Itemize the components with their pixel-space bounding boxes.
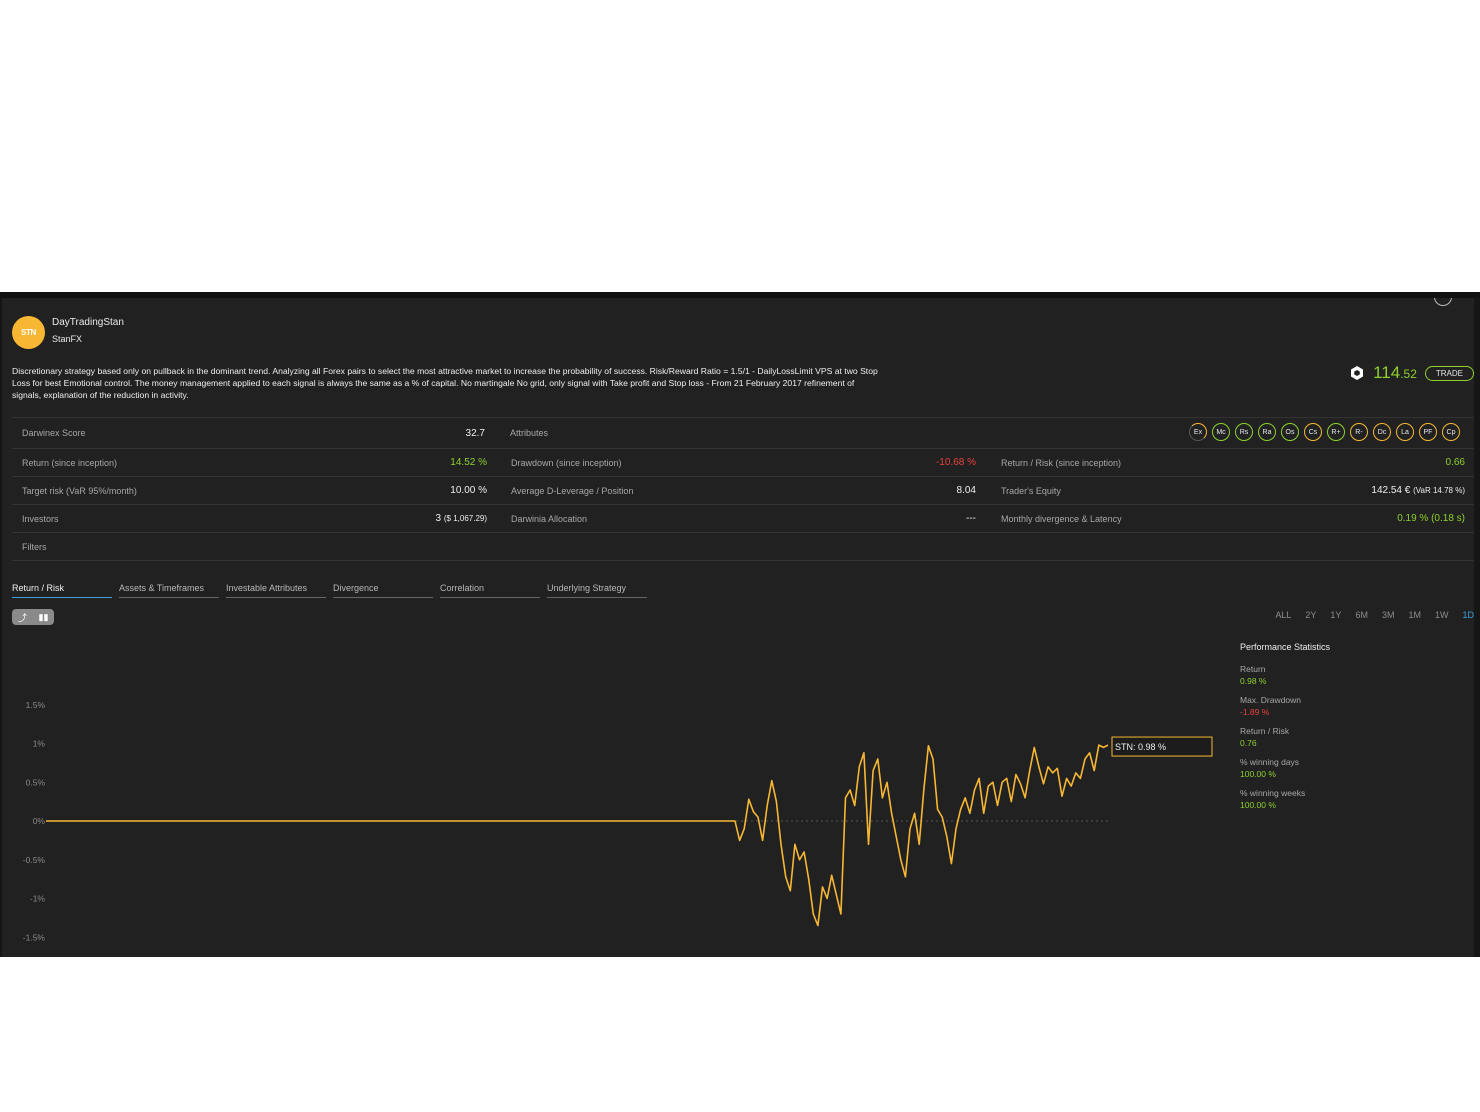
perf-value: -1.89 % [1240,707,1270,717]
perf-label: % winning days [1240,757,1300,767]
y-tick-label: -1.5% [23,932,46,942]
perf-value: 0.76 [1240,738,1257,748]
series-line-stn[interactable] [46,744,1109,927]
chart-tooltip: STN: 0.98 % [1111,736,1213,757]
perf-value: 100.00 % [1240,769,1276,779]
perf-item: Return / Risk 0.76 [1240,726,1440,749]
y-tick-label: 1% [33,739,46,749]
darwin-panel: STN DayTradingStan StanFX Discretionary … [0,292,1480,957]
y-tick-label: 0% [33,816,46,826]
perf-value: 100.00 % [1240,800,1276,810]
perf-label: Return [1240,664,1266,674]
y-tick-label: 0.5% [26,777,46,787]
perf-item: Return 0.98 % [1240,664,1440,687]
perf-label: Return / Risk [1240,726,1290,736]
return-chart[interactable]: 1.5% 1% 0.5% 0% -0.5% -1% -1.5% STN: 0.98 % [0,298,1480,957]
performance-title: Performance Statistics [1240,642,1331,652]
perf-item: % winning weeks 100.00 % [1240,788,1440,811]
perf-item: Max. Drawdown -1.89 % [1240,695,1440,718]
y-tick-label: -0.5% [23,855,46,865]
performance-statistics: Performance Statistics Return 0.98 % Max. … [1240,642,1440,819]
tooltip-text: STN: 0.98 % [1115,742,1166,752]
y-tick-label: -1% [30,894,46,904]
perf-label: % winning weeks [1240,788,1306,798]
perf-item: % winning days 100.00 % [1240,757,1440,780]
perf-value: 0.98 % [1240,676,1267,686]
y-tick-label: 1.5% [26,700,46,710]
perf-label: Max. Drawdown [1240,695,1301,705]
